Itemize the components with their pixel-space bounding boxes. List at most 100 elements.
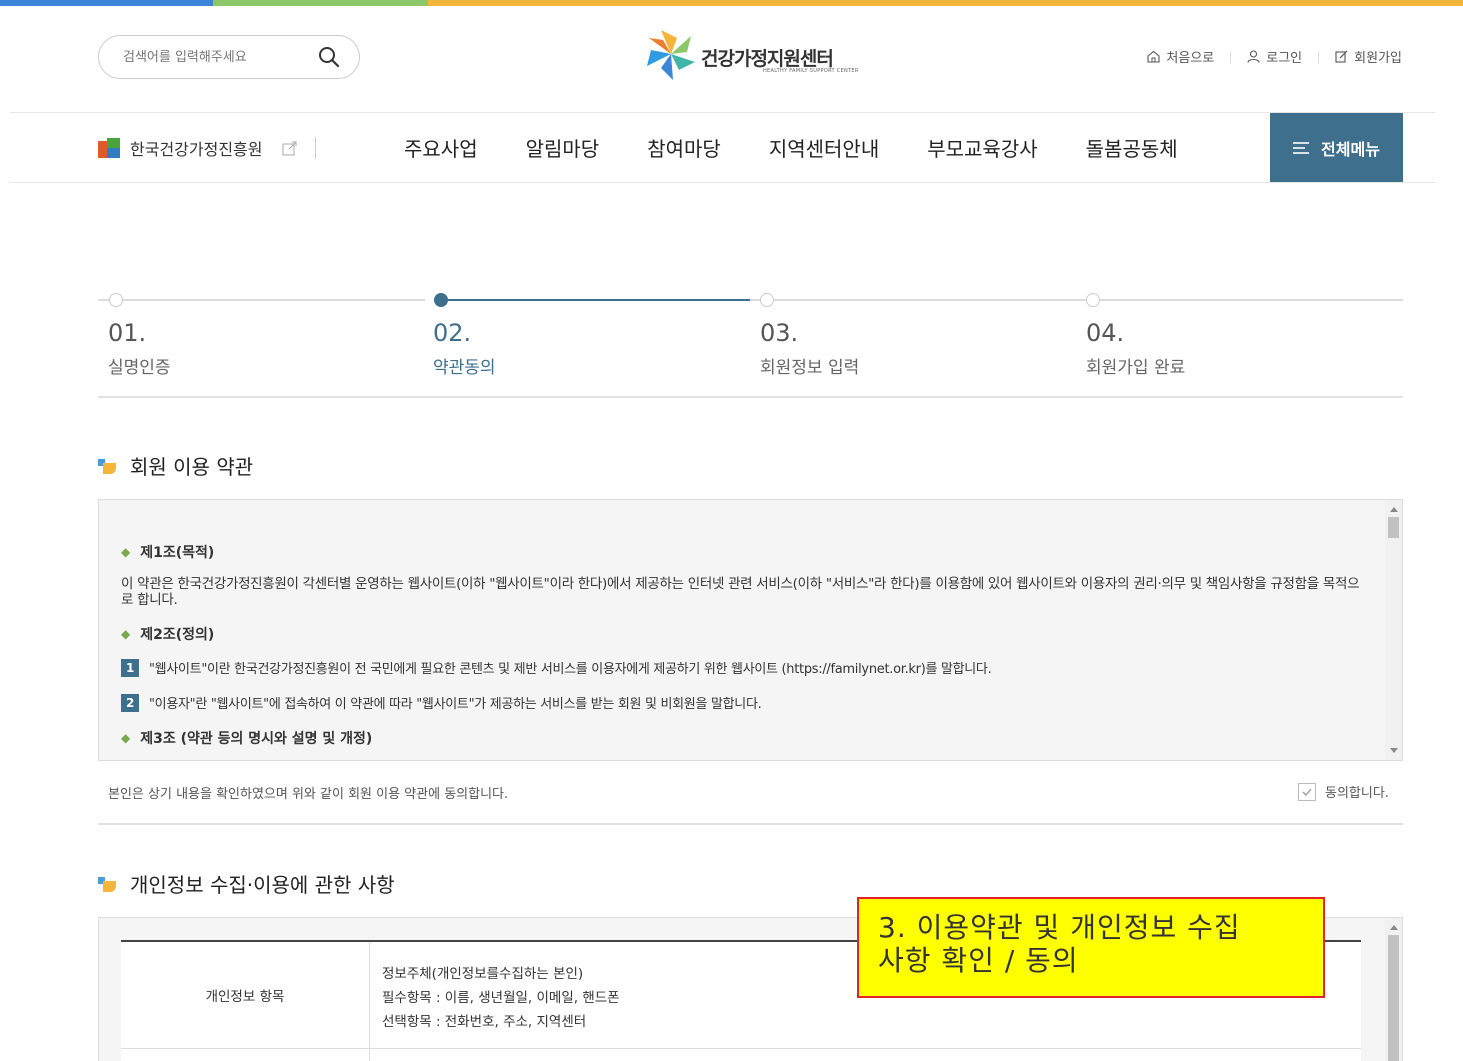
terms-scrollbar[interactable] bbox=[1385, 500, 1402, 760]
table-cell: 정보주체(개인정보를수집하는 본인) 필수항목 : 이름, 생년월일, 이메일,… bbox=[370, 942, 620, 1048]
step-line bbox=[98, 299, 425, 301]
article-heading: ◆ 제2조(정의) bbox=[121, 624, 1361, 644]
table-header-cell bbox=[121, 1049, 370, 1061]
step-number-active: 02. bbox=[433, 319, 472, 347]
step-line bbox=[750, 299, 1403, 301]
scrollbar-thumb[interactable] bbox=[1388, 517, 1399, 538]
nav-item-notice[interactable]: 알림마당 bbox=[526, 133, 600, 162]
site-logo[interactable]: 건강가정지원센터 HEALTHY FAMILY SUPPORT CENTER bbox=[643, 26, 868, 82]
home-link-label: 처음으로 bbox=[1166, 51, 1215, 66]
search-input[interactable] bbox=[121, 46, 311, 68]
nav-item-care-community[interactable]: 돌봄공동체 bbox=[1086, 133, 1178, 162]
terms-content: ◆ 제1조(목적) 이 약관은 한국건강가정진흥원이 각센터별 운영하는 웹사이트… bbox=[121, 542, 1361, 760]
nav-item-main-projects[interactable]: 주요사업 bbox=[404, 133, 478, 162]
diamond-bullet-icon: ◆ bbox=[121, 627, 131, 641]
util-divider bbox=[1230, 50, 1232, 63]
cell-line: 필수항목 : 이름, 생년월일, 이메일, 핸드폰 bbox=[382, 990, 620, 1006]
institute-link-label: 한국건강가정진흥원 bbox=[130, 140, 263, 159]
diamond-bullet-icon: ◆ bbox=[121, 545, 131, 559]
search-box[interactable] bbox=[98, 35, 360, 79]
terms-divider bbox=[98, 823, 1403, 825]
steps-divider bbox=[98, 396, 1403, 398]
article-1-text: 이 약관은 한국건강가정진흥원이 각센터별 운영하는 웹사이트(이하 "웹사이트… bbox=[121, 576, 1360, 608]
cell-line: 선택항목 : 전화번호, 주소, 지역센터 bbox=[382, 1014, 587, 1030]
step-number: 01. bbox=[108, 319, 147, 347]
scroll-up-arrow-icon[interactable] bbox=[1390, 507, 1398, 512]
topbar-segment-blue bbox=[0, 0, 213, 6]
item-number-badge: 1 bbox=[121, 658, 139, 677]
step-label-active: 약관동의 bbox=[433, 358, 496, 378]
section-bullet-icon bbox=[98, 875, 120, 893]
login-link[interactable]: 로그인 bbox=[1247, 47, 1302, 66]
logo-subtitle: HEALTHY FAMILY SUPPORT CENTER bbox=[763, 68, 859, 74]
scroll-up-arrow-icon[interactable] bbox=[1390, 925, 1398, 930]
nav-divider bbox=[315, 137, 317, 159]
nav-item-parent-education[interactable]: 부모교육강사 bbox=[927, 133, 1037, 162]
top-color-bar bbox=[0, 0, 1463, 6]
table-cell bbox=[370, 1049, 382, 1061]
check-icon bbox=[1302, 788, 1312, 796]
item-number-badge: 2 bbox=[121, 693, 139, 712]
scroll-down-arrow-icon[interactable] bbox=[1390, 748, 1398, 753]
terms-section-title: 회원 이용 약관 bbox=[98, 451, 253, 480]
institute-link[interactable]: 한국건강가정진흥원 bbox=[98, 136, 317, 160]
step-dot bbox=[760, 293, 774, 307]
table-header-cell: 개인정보 항목 bbox=[121, 942, 370, 1048]
hamburger-icon bbox=[1293, 141, 1310, 154]
privacy-scrollbar[interactable] bbox=[1385, 918, 1402, 1061]
privacy-section-title: 개인정보 수집·이용에 관한 사항 bbox=[98, 869, 395, 898]
article-heading: ◆ 제3조 (약관 등의 명시와 설명 및 개정) bbox=[121, 728, 1361, 748]
external-link-icon bbox=[282, 141, 297, 155]
nav-item-regional-center[interactable]: 지역센터안내 bbox=[769, 133, 879, 162]
util-divider bbox=[1318, 50, 1320, 63]
user-icon bbox=[1247, 50, 1260, 63]
logo-title: 건강가정지원센터 bbox=[701, 48, 834, 70]
list-item: 2 "이용자"란 "웹사이트"에 접속하여 이 약관에 따라 "웹사이트"가 제공… bbox=[121, 693, 1361, 712]
topbar-segment-green bbox=[213, 0, 428, 6]
institute-logo-icon bbox=[98, 137, 120, 159]
step-label: 회원정보 입력 bbox=[760, 358, 860, 378]
step-number: 04. bbox=[1086, 319, 1125, 347]
nav-item-participation[interactable]: 참여마당 bbox=[647, 133, 721, 162]
step-label: 실명인증 bbox=[108, 358, 171, 378]
step-number: 03. bbox=[760, 319, 799, 347]
terms-title: 회원 이용 약관 bbox=[130, 455, 254, 479]
article-3-title: 제3조 (약관 등의 명시와 설명 및 개정) bbox=[140, 731, 373, 747]
edit-icon bbox=[1335, 50, 1348, 63]
header-divider bbox=[10, 112, 1435, 113]
scrollbar-thumb[interactable] bbox=[1388, 935, 1399, 1061]
step-dot bbox=[1086, 293, 1100, 307]
list-item-text: "이용자"란 "웹사이트"에 접속하여 이 약관에 따라 "웹사이트"가 제공하… bbox=[149, 697, 762, 712]
diamond-bullet-icon: ◆ bbox=[121, 731, 131, 745]
table-row bbox=[121, 1049, 1361, 1061]
search-icon[interactable] bbox=[317, 45, 341, 69]
step-label: 회원가입 완료 bbox=[1086, 358, 1186, 378]
login-link-label: 로그인 bbox=[1266, 51, 1303, 66]
terms-agree-checkbox[interactable]: 동의합니다. bbox=[1298, 782, 1389, 801]
article-heading: ◆ 제1조(목적) bbox=[121, 542, 1361, 562]
step-dot-active bbox=[434, 293, 448, 307]
article-2-title: 제2조(정의) bbox=[140, 627, 215, 643]
privacy-title: 개인정보 수집·이용에 관한 사항 bbox=[130, 873, 395, 897]
step-line-active bbox=[441, 299, 750, 301]
terms-scroll-box[interactable]: ◆ 제1조(목적) 이 약관은 한국건강가정진흥원이 각센터별 운영하는 웹사이트… bbox=[98, 499, 1403, 761]
step-dot bbox=[109, 293, 123, 307]
terms-agree-label: 동의합니다. bbox=[1325, 786, 1389, 801]
terms-agree-text: 본인은 상기 내용을 확인하였으며 위와 같이 회원 이용 약관에 동의합니다. bbox=[108, 787, 509, 802]
checkbox-box[interactable] bbox=[1298, 782, 1316, 801]
cell-line: 정보주체(개인정보를수집하는 본인) bbox=[382, 966, 584, 982]
section-bullet-icon bbox=[98, 457, 120, 475]
main-nav: 주요사업 알림마당 참여마당 지역센터안내 부모교육강사 돌봄공동체 bbox=[404, 133, 1226, 162]
list-item-text: "웹사이트"이란 한국건강가정진흥원이 전 국민에게 필요한 콘텐츠 및 제반 … bbox=[149, 662, 992, 677]
utility-links: 처음으로 로그인 회원가입 bbox=[1147, 47, 1402, 66]
all-menu-button[interactable]: 전체메뉴 bbox=[1270, 113, 1403, 182]
callout-line-2: 사항 확인 / 동의 bbox=[878, 944, 1079, 977]
article-1-title: 제1조(목적) bbox=[140, 545, 215, 561]
pinwheel-logo-icon bbox=[647, 30, 695, 80]
home-link[interactable]: 처음으로 bbox=[1147, 47, 1214, 66]
join-link[interactable]: 회원가입 bbox=[1335, 47, 1402, 66]
list-item: 1 "웹사이트"이란 한국건강가정진흥원이 전 국민에게 필요한 콘텐츠 및 제반… bbox=[121, 658, 1361, 677]
all-menu-label: 전체메뉴 bbox=[1321, 139, 1380, 159]
nav-divider-line bbox=[10, 182, 1435, 183]
topbar-segment-orange bbox=[428, 0, 1463, 6]
